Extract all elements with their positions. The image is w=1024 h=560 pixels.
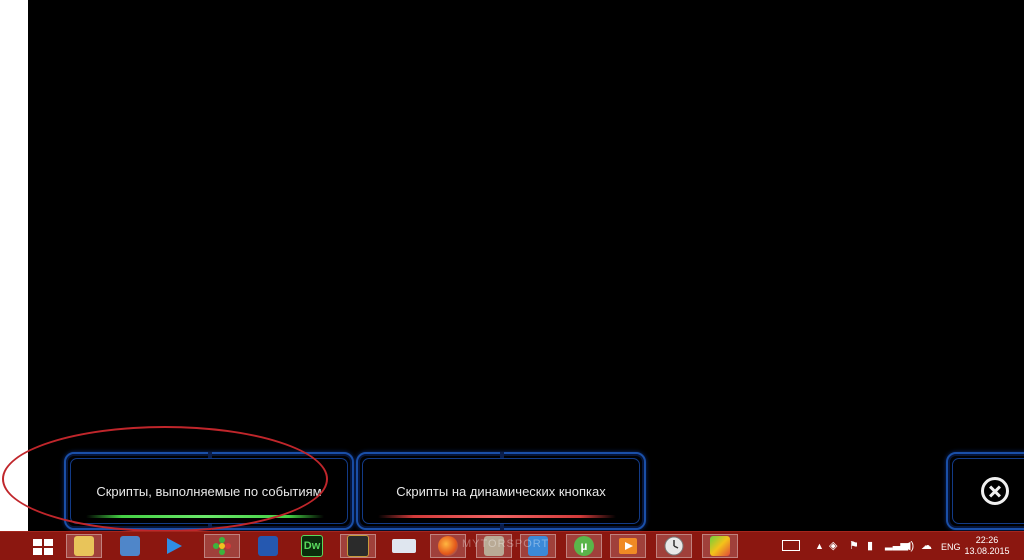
panel-notch xyxy=(500,452,504,458)
icq-icon xyxy=(213,537,231,555)
window-app-icon xyxy=(347,535,369,557)
firefox-icon xyxy=(438,536,458,556)
system-clock[interactable]: 22:26 13.08.2015 xyxy=(964,535,1010,557)
taskbar-app-window[interactable] xyxy=(340,534,376,558)
network-share-icon[interactable]: ◈ xyxy=(829,539,837,552)
file-explorer-icon xyxy=(74,536,94,556)
taskbar-app-save-disk[interactable] xyxy=(250,534,286,558)
close-circle-icon xyxy=(981,477,1009,505)
media-player-icon xyxy=(167,538,182,554)
taskbar-app-media-player[interactable] xyxy=(156,534,192,558)
utorrent-icon: µ xyxy=(574,536,594,556)
network-icon[interactable]: ☁ xyxy=(921,539,932,552)
calculator-icon xyxy=(120,536,140,556)
dynamic-button-scripts-indicator xyxy=(378,515,616,518)
event-scripts-button[interactable]: Скрипты, выполняемые по событиям xyxy=(64,452,354,530)
taskbar-app-clock[interactable] xyxy=(656,534,692,558)
show-hidden-icons-icon[interactable]: ▲ xyxy=(815,541,824,551)
taskbar-app-file-explorer[interactable] xyxy=(66,534,102,558)
taskbar-app-firefox[interactable] xyxy=(430,534,466,558)
windows-start-icon[interactable] xyxy=(33,539,53,555)
save-disk-icon xyxy=(258,536,278,556)
taskbar-app-utorrent[interactable]: µ xyxy=(566,534,602,558)
taskbar-app-bluestacks[interactable] xyxy=(702,534,738,558)
input-language[interactable]: ENG xyxy=(941,542,961,552)
taskbar-app-keyboard[interactable] xyxy=(386,534,422,558)
event-scripts-indicator xyxy=(86,515,324,518)
taskbar-app-calculator[interactable] xyxy=(112,534,148,558)
taskbar-app-video-player[interactable] xyxy=(610,534,646,558)
panel-notch xyxy=(208,524,212,530)
watermark-text: MYTORSPORT xyxy=(462,538,550,550)
bluestacks-icon xyxy=(710,536,730,556)
video-player-icon xyxy=(619,538,637,554)
keyboard-tray-icon[interactable] xyxy=(782,540,800,551)
taskbar-app-dreamweaver[interactable]: Dw xyxy=(294,534,330,558)
app-screen: Скрипты, выполняемые по событиям Скрипты… xyxy=(28,0,1024,531)
dynamic-button-scripts-label: Скрипты на динамических кнопках xyxy=(396,484,606,499)
tray-app-icon[interactable]: ▮ xyxy=(867,539,873,552)
clock-app-icon xyxy=(664,536,684,556)
taskbar: Dw µ MYTORSPORT ▲ ◈ ⚑ ▮ ▂▃▅ ◀) ☁ ENG 22:… xyxy=(0,531,1024,560)
flag-alert-icon[interactable]: ⚑ xyxy=(849,539,859,552)
clock-time: 22:26 xyxy=(975,535,999,545)
taskbar-app-icq[interactable] xyxy=(204,534,240,558)
panel-notch xyxy=(208,452,212,458)
clock-date: 13.08.2015 xyxy=(964,546,1010,556)
dynamic-button-scripts-button[interactable]: Скрипты на динамических кнопках xyxy=(356,452,646,530)
close-button[interactable] xyxy=(946,452,1024,530)
volume-icon[interactable]: ◀) xyxy=(902,539,914,552)
event-scripts-label: Скрипты, выполняемые по событиям xyxy=(96,484,322,499)
on-screen-keyboard-icon xyxy=(392,539,416,553)
panel-notch xyxy=(500,524,504,530)
dreamweaver-icon: Dw xyxy=(301,535,323,557)
